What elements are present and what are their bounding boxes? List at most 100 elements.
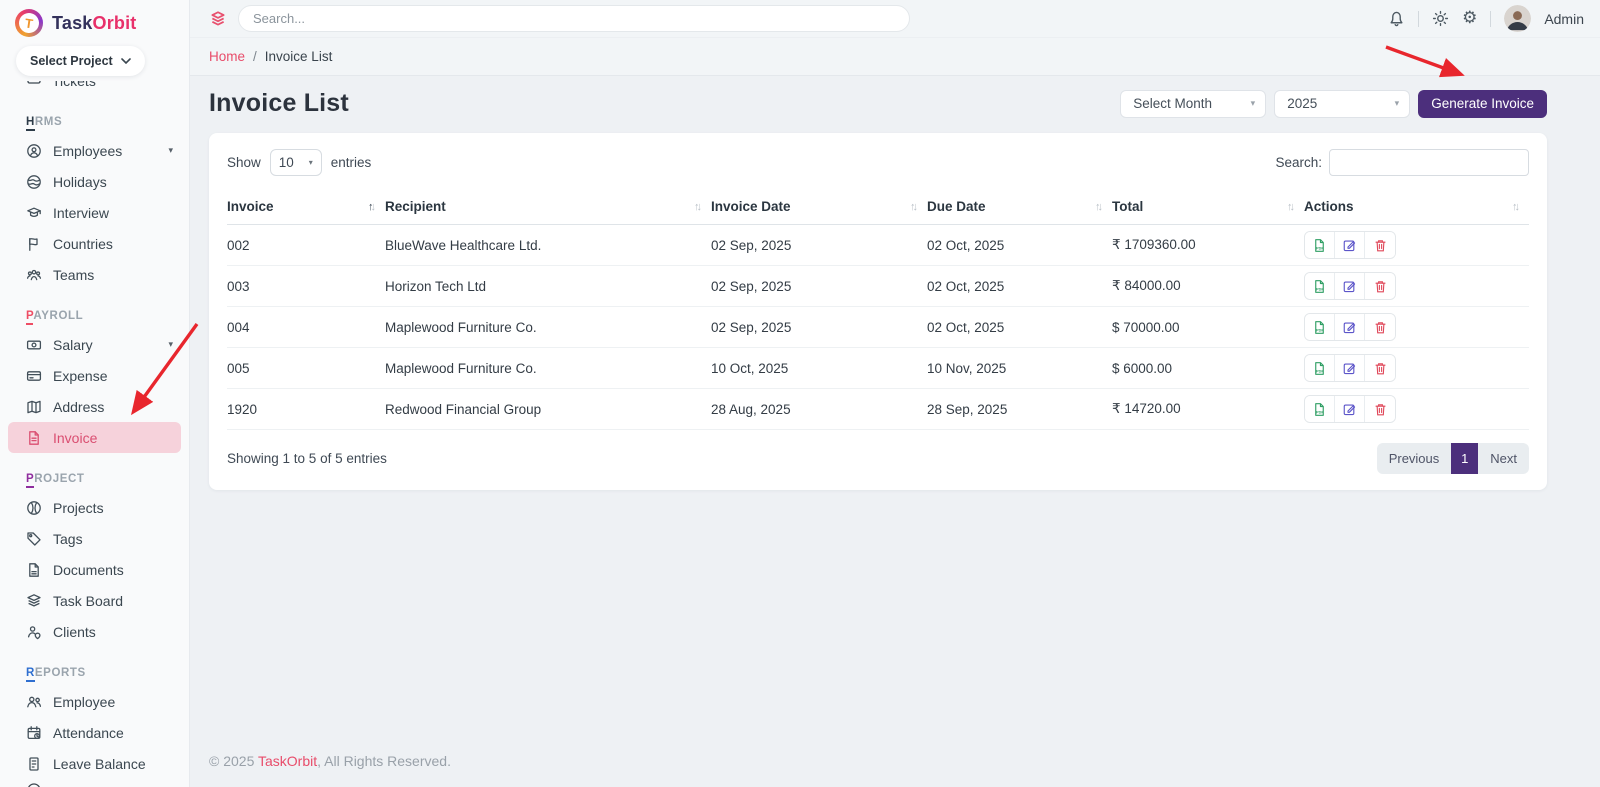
edit-invoice-button[interactable] (1335, 314, 1365, 340)
divider (1418, 10, 1420, 27)
brand[interactable]: T TaskOrbit (0, 0, 189, 41)
edit-invoice-button[interactable] (1335, 232, 1365, 258)
sidebar-item-label: Expense (53, 367, 108, 384)
sort-icon: ↑↓ (694, 200, 702, 213)
download-pdf-button[interactable]: PDF (1305, 396, 1335, 422)
column-header-due-date[interactable]: Due Date ↑↓ (927, 189, 1112, 224)
sidebar-item-clients[interactable]: Clients (0, 616, 189, 647)
credit-card-icon (26, 368, 42, 384)
sidebar-item-holidays[interactable]: Holidays (0, 166, 189, 197)
project-sphere-icon (26, 500, 42, 516)
pagination-next-button[interactable]: Next (1478, 443, 1529, 474)
download-pdf-button[interactable]: PDF (1305, 232, 1335, 258)
edit-invoice-button[interactable] (1335, 273, 1365, 299)
sidebar-item-label: Projects (53, 499, 104, 516)
sidebar-item-documents[interactable]: Documents (0, 554, 189, 585)
sidebar-toggle-stack-icon[interactable] (209, 10, 227, 28)
download-pdf-button[interactable]: PDF (1305, 314, 1335, 340)
pagination-page-1-button[interactable]: 1 (1451, 443, 1479, 474)
sidebar-item-label: Employees (53, 142, 123, 159)
sidebar-item-tickets-clipped[interactable]: Tickets (0, 81, 189, 94)
table-search-input[interactable] (1329, 149, 1529, 176)
delete-invoice-button[interactable] (1365, 232, 1395, 258)
month-filter-select[interactable]: Select Month ▾ (1120, 89, 1267, 118)
sidebar-item-teams[interactable]: Teams (0, 259, 189, 290)
sort-icon: ↑↓ (1512, 200, 1520, 213)
breadcrumb-current: Invoice List (264, 49, 333, 64)
column-header-invoice[interactable]: Invoice ↑↓ (227, 189, 385, 224)
select-project-button[interactable]: Select Project (16, 46, 145, 76)
column-header-actions[interactable]: Actions ↑↓ (1304, 189, 1529, 224)
list-card-icon (26, 756, 42, 772)
edit-invoice-button[interactable] (1335, 355, 1365, 381)
sidebar-section-payroll: PAYROLL (0, 290, 189, 329)
sidebar-item-tags[interactable]: Tags (0, 523, 189, 554)
delete-invoice-button[interactable] (1365, 273, 1395, 299)
cell-total: $ 6000.00 (1112, 360, 1173, 376)
pagination-previous-button[interactable]: Previous (1377, 443, 1452, 474)
cell-due-date: 28 Sep, 2025 (927, 401, 1008, 417)
edit-invoice-button[interactable] (1335, 396, 1365, 422)
cell-invoice: 1920 (227, 401, 258, 417)
cell-total: ₹ 1709360.00 (1112, 237, 1196, 252)
cell-due-date: 10 Nov, 2025 (927, 360, 1007, 376)
chevron-down-icon: ▾ (168, 339, 173, 349)
chevron-down-icon: ▾ (1250, 98, 1256, 108)
table-summary: Showing 1 to 5 of 5 entries (227, 451, 387, 466)
theme-sun-icon[interactable] (1432, 10, 1449, 27)
download-pdf-button[interactable]: PDF (1305, 273, 1335, 299)
sidebar-item-task-board[interactable]: Task Board (0, 585, 189, 616)
sidebar-item-label: Teams (53, 266, 95, 283)
svg-text:PDF: PDF (1316, 246, 1324, 250)
invoice-filters: Select Month ▾ 2025 ▾ Generate Invoice (1120, 89, 1547, 118)
sidebar-item-salary[interactable]: Salary ▾ (0, 329, 189, 360)
sidebar-item-attendance-report[interactable]: Attendance (0, 717, 189, 748)
table-row: 005 Maplewood Furniture Co. 10 Oct, 2025… (227, 348, 1529, 389)
sidebar-item-leave-balance-report[interactable]: Leave Balance (0, 748, 189, 779)
delete-invoice-button[interactable] (1365, 355, 1395, 381)
footer-brand-link[interactable]: TaskOrbit (258, 753, 317, 769)
year-filter-select[interactable]: 2025 ▾ (1274, 89, 1411, 118)
page-size-select[interactable]: 10 ▾ (269, 149, 322, 176)
breadcrumb-home-link[interactable]: Home (209, 49, 245, 64)
sidebar-item-countries[interactable]: Countries (0, 228, 189, 259)
column-header-recipient[interactable]: Recipient ↑↓ (385, 189, 711, 224)
user-avatar[interactable] (1504, 5, 1532, 32)
tag-icon (26, 531, 42, 547)
column-header-total[interactable]: Total ↑↓ (1112, 189, 1304, 224)
sidebar-item-projects[interactable]: Projects (0, 492, 189, 523)
global-search-input[interactable] (238, 5, 910, 32)
settings-gear-icon[interactable]: ⚙ (1462, 10, 1477, 27)
svg-text:PDF: PDF (1316, 369, 1324, 373)
notification-bell-icon[interactable] (1388, 10, 1405, 27)
cash-icon (26, 337, 42, 353)
graduation-cap-icon (26, 205, 42, 221)
delete-invoice-button[interactable] (1365, 314, 1395, 340)
sidebar-item-clipped[interactable] (0, 779, 189, 787)
sidebar-section-reports: REPORTS (0, 647, 189, 686)
month-filter-value: Select Month (1133, 96, 1212, 111)
sidebar-item-label: Invoice (53, 429, 98, 446)
svg-text:PDF: PDF (1316, 410, 1324, 414)
sidebar-item-employees[interactable]: Employees ▾ (0, 135, 189, 166)
sidebar-section-project: PROJECT (0, 453, 189, 492)
sidebar-item-employee-report[interactable]: Employee (0, 686, 189, 717)
chevron-down-icon: ▾ (308, 158, 313, 167)
user-name[interactable]: Admin (1544, 11, 1584, 27)
report-icon (26, 781, 42, 787)
select-project-label: Select Project (30, 54, 113, 68)
delete-invoice-button[interactable] (1365, 396, 1395, 422)
breadcrumb-separator: / (253, 49, 257, 64)
sidebar-item-interview[interactable]: Interview (0, 197, 189, 228)
page-title: Invoice List (209, 89, 349, 117)
cell-due-date: 02 Oct, 2025 (927, 278, 1005, 294)
sidebar-item-address[interactable]: Address (0, 391, 189, 422)
map-icon (26, 399, 42, 415)
download-pdf-button[interactable]: PDF (1305, 355, 1335, 381)
column-header-invoice-date[interactable]: Invoice Date ↑↓ (711, 189, 927, 224)
sidebar-item-label: Address (53, 398, 105, 415)
sidebar-item-expense[interactable]: Expense (0, 360, 189, 391)
generate-invoice-button[interactable]: Generate Invoice (1418, 89, 1547, 118)
ticket-icon (26, 81, 42, 90)
sidebar-item-invoice[interactable]: Invoice (8, 422, 181, 453)
